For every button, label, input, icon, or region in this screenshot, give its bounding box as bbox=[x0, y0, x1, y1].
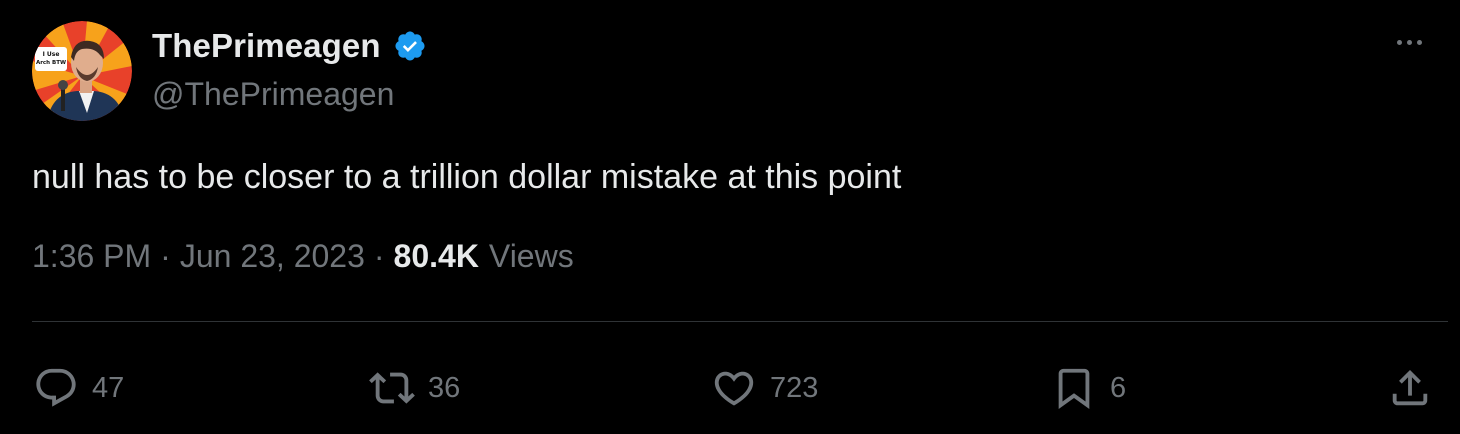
author-handle[interactable]: @ThePrimeagen bbox=[152, 76, 394, 113]
author-name-row: ThePrimeagen bbox=[152, 24, 427, 68]
share-upload-icon bbox=[1384, 362, 1436, 414]
like-count: 723 bbox=[770, 371, 819, 404]
tweet-card: I Use Arch BTW ThePrimeagen @ThePrimeage… bbox=[0, 0, 1460, 434]
more-horizontal-icon[interactable] bbox=[1386, 24, 1432, 60]
share-button[interactable] bbox=[1384, 362, 1436, 414]
verified-badge-icon[interactable] bbox=[393, 29, 427, 63]
avatar-sign-line-1: I Use bbox=[43, 51, 60, 58]
tweet-text: null has to be closer to a trillion doll… bbox=[32, 158, 902, 196]
tweet-time[interactable]: 1:36 PM bbox=[32, 238, 151, 275]
tweet-meta: 1:36 PM · Jun 23, 2023 · 80.4K Views bbox=[32, 234, 574, 278]
reply-button[interactable]: 47 bbox=[30, 362, 124, 414]
avatar-sign-line-2: Arch BTW bbox=[36, 60, 66, 66]
speech-bubble-icon bbox=[30, 362, 82, 414]
bookmark-icon bbox=[1048, 362, 1100, 414]
tweet-date[interactable]: Jun 23, 2023 bbox=[180, 238, 365, 275]
like-button[interactable]: 723 bbox=[708, 362, 818, 414]
reply-count: 47 bbox=[92, 371, 125, 404]
avatar[interactable]: I Use Arch BTW bbox=[32, 21, 132, 121]
meta-separator: · bbox=[373, 237, 385, 274]
bookmark-button[interactable]: 6 bbox=[1048, 362, 1126, 414]
views-label[interactable]: Views bbox=[489, 238, 574, 275]
views-count[interactable]: 80.4K bbox=[394, 238, 479, 275]
author-display-name[interactable]: ThePrimeagen bbox=[152, 27, 381, 65]
meta-separator: · bbox=[160, 237, 171, 274]
retweet-arrows-icon bbox=[366, 362, 418, 414]
retweet-button[interactable]: 36 bbox=[366, 362, 460, 414]
heart-icon bbox=[708, 362, 760, 414]
bookmark-count: 6 bbox=[1110, 371, 1127, 404]
retweet-count: 36 bbox=[428, 371, 461, 404]
divider bbox=[32, 321, 1448, 322]
